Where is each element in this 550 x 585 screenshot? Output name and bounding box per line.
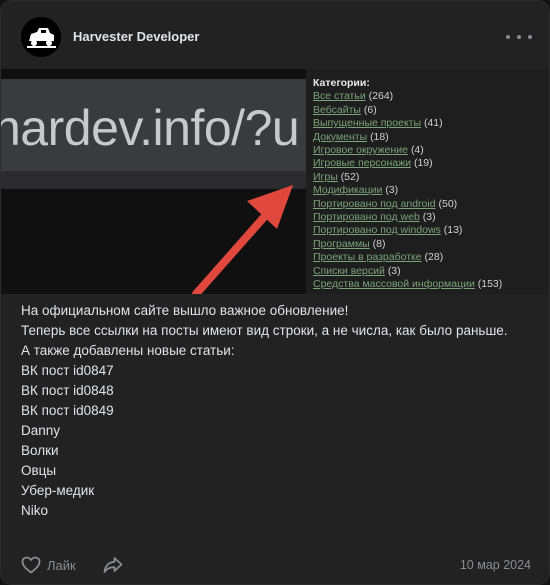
category-count: (41) [423,117,443,130]
arrow-icon [192,185,293,294]
category-count: (6) [363,103,377,116]
category-count: (50) [438,197,458,210]
category-item: Модификации (3) [313,184,547,197]
category-count: (28) [424,251,444,264]
category-link: Игровое окружение [313,144,409,157]
post-text-line: ВК пост id0847 [21,363,114,378]
category-item: Все статьи (264) [313,90,547,103]
category-item: Выпущенные проекты (41) [313,117,547,130]
post-text: На официальном сайте вышло важное обновл… [21,301,531,521]
category-count: (18) [370,130,389,143]
post-text-line: А также добавлены новые статьи: [21,343,235,358]
post-text-line: Danny [21,423,61,438]
post-text-line: ВК пост id0848 [21,383,114,398]
post-text-line: Овцы [21,463,57,478]
avatar[interactable] [21,17,61,57]
category-item: Портировано под windows (13) [313,224,547,237]
harvester-logo-icon [21,17,61,57]
category-count: (153) [477,278,503,291]
category-link: Все статьи [313,90,366,103]
category-link: Средства массовой информации [313,278,475,291]
post-card: Harvester Developer hardev.info/?u Катег… [0,0,550,585]
category-link: Портировано под android [313,197,436,210]
category-item: Средства массовой информации (153) [313,278,547,291]
categories-panel: Категории: Все статьи (264) Вебсайты (6) В… [313,77,547,292]
category-link: Программы [313,237,370,250]
post-text-line: Теперь все ссылки на посты имеют вид стр… [21,323,508,338]
like-button[interactable]: Лайк [21,553,76,577]
post-footer: Лайк 10 мар 2024 [1,549,549,581]
categories-title: Категории: [313,77,370,89]
post-text-line: На официальном сайте вышло важное обновл… [21,303,349,318]
category-item: Вебсайты (6) [313,104,547,117]
category-count: (19) [413,157,433,170]
heart-icon [21,556,41,574]
category-item: Портировано под web (3) [313,211,547,224]
post-header: Harvester Developer [1,1,549,69]
author-name[interactable]: Harvester Developer [73,29,199,44]
category-link: Списки версий [313,264,385,277]
category-count: (8) [372,237,386,250]
post-text-line: Убер-медик [21,483,95,498]
post-date: 10 мар 2024 [459,558,531,572]
category-item: Списки версий (3) [313,265,547,278]
category-count: (52) [340,170,360,183]
like-label: Лайк [47,557,76,573]
category-item: Портировано под android (50) [313,198,547,211]
category-item: Программы (8) [313,238,547,251]
category-link: Игровые персонажи [313,157,412,170]
category-count: (13) [443,224,463,237]
category-link: Портировано под web [313,211,420,224]
category-link: Документы [313,130,368,143]
category-link: Портировано под windows [313,224,441,237]
category-item: Игры (52) [313,171,547,184]
post-text-line: Волки [21,443,59,458]
category-link: Вебсайты [313,103,361,116]
post-text-line: Niko [21,503,49,518]
category-item: Документы (18) [313,131,547,144]
category-item: Игровые персонажи (19) [313,157,547,170]
more-options-icon[interactable] [506,27,532,47]
post-text-line: ВК пост id0849 [21,403,114,418]
category-link: Выпущенные проекты [313,117,422,130]
category-count: (3) [422,211,436,224]
category-item: Игровое окружение (4) [313,144,547,157]
category-link: Модификации [313,184,383,197]
category-count: (4) [410,144,424,157]
post-image[interactable]: hardev.info/?u Категории: Все статьи (26… [1,69,549,294]
category-link: Проекты в разработке [313,251,422,264]
browser-zoom-area: hardev.info/?u [1,69,321,294]
category-count: (3) [385,184,399,197]
category-link: Игры [313,170,338,183]
category-count: (264) [368,90,394,103]
category-count: (3) [387,264,401,277]
share-icon [103,557,123,573]
share-button[interactable] [102,554,124,576]
category-item: Проекты в разработке (28) [313,251,547,264]
